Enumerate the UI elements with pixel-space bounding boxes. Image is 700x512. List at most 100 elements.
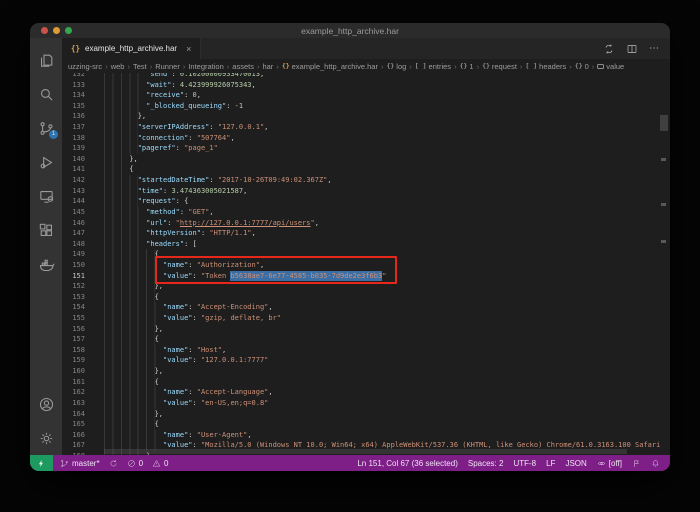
breadcrumb-item-0[interactable]: {}0 (575, 62, 589, 71)
errors-count: 0 (139, 459, 143, 468)
breadcrumb-item-log[interactable]: {}log (386, 62, 406, 71)
line-number: 161 (62, 377, 85, 388)
code-line[interactable]: 161{ (62, 377, 670, 388)
code-line[interactable]: 138"connection": "507764", (62, 133, 670, 144)
traffic-lights (41, 27, 72, 34)
tab-label: example_http_archive.har (85, 44, 177, 53)
split-editor-icon[interactable] (626, 43, 638, 55)
code-line[interactable]: 136}, (62, 111, 670, 122)
code-line[interactable]: 165{ (62, 419, 670, 430)
code-line[interactable]: 132"send": 0.10200000933470013, (62, 73, 670, 80)
search-icon[interactable] (30, 77, 62, 111)
remote-explorer-icon[interactable] (30, 179, 62, 213)
code-line[interactable]: 146"url": "http://127.0.0.1:7777/api/use… (62, 218, 670, 229)
code-line[interactable]: 163"value": "en-US,en;q=0.8" (62, 398, 670, 409)
code-line[interactable]: 145"method": "GET", (62, 207, 670, 218)
breadcrumb-item-web[interactable]: web (111, 62, 125, 71)
more-actions-icon[interactable]: ⋯ (649, 43, 660, 54)
overview-ruler-mark (661, 158, 666, 161)
git-branch-status[interactable]: master* (60, 459, 100, 468)
breadcrumb-item-request[interactable]: {}request (482, 62, 517, 71)
code-line[interactable]: 147"httpVersion": "HTTP/1.1", (62, 228, 670, 239)
language-mode[interactable]: JSON (565, 459, 586, 468)
breadcrumb-separator: › (227, 62, 230, 71)
code-line[interactable]: 149{ (62, 249, 670, 260)
breadcrumb-item-integration[interactable]: Integration (188, 62, 223, 71)
zoom-window-button[interactable] (65, 27, 72, 34)
source-control-icon[interactable]: 1 (30, 111, 62, 145)
remote-indicator[interactable] (30, 455, 53, 471)
errors-status[interactable]: 0 (127, 459, 143, 468)
indent-guides (104, 419, 155, 430)
breadcrumb-item-headers[interactable]: [ ]headers (525, 62, 566, 71)
code-line[interactable]: 143"time": 3.474363005021587, (62, 186, 670, 197)
line-number: 150 (62, 260, 85, 271)
screencast-status[interactable]: [off] (597, 459, 622, 468)
indent-guides (104, 90, 146, 101)
code-line[interactable]: 134"receive": 0, (62, 90, 670, 101)
breadcrumb-label: web (111, 62, 125, 71)
accounts-icon[interactable] (30, 387, 62, 421)
close-window-button[interactable] (41, 27, 48, 34)
indentation-setting[interactable]: Spaces: 2 (468, 459, 504, 468)
breadcrumb-item-example-http-archive-har[interactable]: {}example_http_archive.har (282, 62, 378, 71)
open-changes-icon[interactable] (603, 43, 615, 55)
status-bar: master* 0 0 Ln 151, Col 67 (36 selected)… (30, 455, 670, 471)
run-debug-icon[interactable] (30, 145, 62, 179)
line-number: 143 (62, 186, 85, 197)
sync-status[interactable] (109, 459, 118, 468)
line-number: 168 (62, 451, 85, 455)
code-line[interactable]: 162"name": "Accept-Language", (62, 387, 670, 398)
encoding-setting[interactable]: UTF-8 (513, 459, 536, 468)
feedback-status[interactable] (632, 459, 641, 468)
code-line[interactable]: 159"value": "127.0.0.1:7777" (62, 355, 670, 366)
cursor-position[interactable]: Ln 151, Col 67 (36 selected) (357, 459, 458, 468)
breadcrumb-item-value[interactable]: value (597, 62, 624, 71)
settings-gear-icon[interactable] (30, 421, 62, 455)
horizontal-scrollbar[interactable] (104, 449, 627, 454)
code-line[interactable]: 141{ (62, 164, 670, 175)
breadcrumb-item-har[interactable]: har (262, 62, 273, 71)
breadcrumb-item-1[interactable]: {}1 (460, 62, 474, 71)
code-line[interactable]: 166"name": "User-Agent", (62, 430, 670, 441)
code-line[interactable]: 142"startedDateTime": "2017-10-26T09:49:… (62, 175, 670, 186)
vscode-window: example_http_archive.har 1 (30, 23, 670, 471)
vertical-scrollbar[interactable] (660, 115, 668, 131)
code-line[interactable]: 154"name": "Accept-Encoding", (62, 302, 670, 313)
code-line[interactable]: 148"headers": [ (62, 239, 670, 250)
notifications-status[interactable] (651, 459, 660, 468)
code-line[interactable]: 160}, (62, 366, 670, 377)
indent-guides (104, 387, 163, 398)
code-line[interactable]: 158"name": "Host", (62, 345, 670, 356)
docker-icon[interactable] (30, 247, 62, 281)
code-line[interactable]: 139"pageref": "page_1" (62, 143, 670, 154)
code-line[interactable]: 140}, (62, 154, 670, 165)
breadcrumb-item-test[interactable]: Test (133, 62, 147, 71)
code-line[interactable]: 155"value": "gzip, deflate, br" (62, 313, 670, 324)
tab-close-icon[interactable]: × (186, 44, 191, 54)
minimize-window-button[interactable] (53, 27, 60, 34)
code-line[interactable]: 157{ (62, 334, 670, 345)
code-line[interactable]: 156}, (62, 324, 670, 335)
code-line[interactable]: 135"_blocked_queueing": -1 (62, 101, 670, 112)
code-line[interactable]: 152}, (62, 281, 670, 292)
breadcrumb-item-uzzing-src[interactable]: uzzing-src (68, 62, 102, 71)
warnings-status[interactable]: 0 (152, 459, 168, 468)
object-symbol-icon: {} (386, 62, 394, 70)
code-line[interactable]: 164}, (62, 409, 670, 420)
extensions-icon[interactable] (30, 213, 62, 247)
code-line[interactable]: 144"request": { (62, 196, 670, 207)
eol-setting[interactable]: LF (546, 459, 555, 468)
breadcrumb-separator: › (381, 62, 384, 71)
breadcrumb-item-entries[interactable]: [ ]entries (415, 62, 451, 71)
code-line[interactable]: 153{ (62, 292, 670, 303)
code-line[interactable]: 151"value": "Token b5638ae7-6e77-4585-b0… (62, 271, 670, 282)
code-line[interactable]: 137"serverIPAddress": "127.0.0.1", (62, 122, 670, 133)
explorer-icon[interactable] (30, 43, 62, 77)
tab-example-http-archive[interactable]: {} example_http_archive.har × (62, 38, 201, 59)
breadcrumb-item-assets[interactable]: assets (232, 62, 254, 71)
code-line[interactable]: 133"wait": 4.423999926075343, (62, 80, 670, 91)
breadcrumb-item-runner[interactable]: Runner (155, 62, 180, 71)
code-line[interactable]: 150"name": "Authorization", (62, 260, 670, 271)
indent-guides (104, 281, 155, 292)
